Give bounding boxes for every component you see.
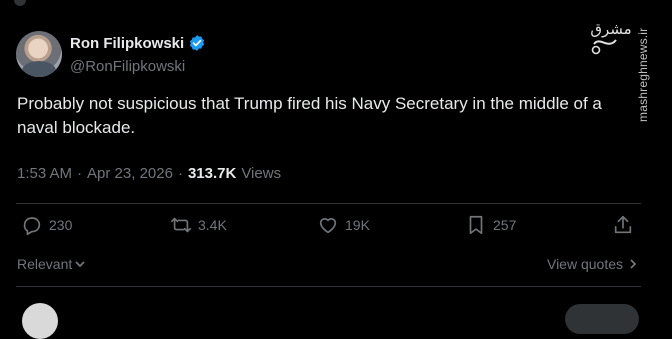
like-count: 19K — [345, 217, 370, 233]
share-button[interactable] — [612, 214, 634, 236]
author-name-row: Ron Filipkowski — [70, 34, 206, 52]
divider-bottom — [16, 286, 641, 287]
author-handle[interactable]: @RonFilipkowski — [70, 58, 185, 75]
tweet-metadata: 1:53 AM · Apr 23, 2026 · 313.7K Views — [17, 165, 281, 182]
view-quotes-label: View quotes — [546, 256, 623, 272]
reply-button[interactable]: 230 — [21, 214, 72, 236]
meta-separator: · — [77, 165, 83, 182]
tweet-time[interactable]: 1:53 AM — [17, 165, 72, 182]
views-count[interactable]: 313.7K — [188, 165, 236, 182]
divider-top — [16, 203, 641, 204]
mashregh-logo-icon: مشرق — [590, 20, 632, 55]
bookmark-icon — [469, 215, 483, 235]
tweet-actions-bar: 230 3.4K 19K 257 — [16, 214, 641, 248]
reply-sort-label: Relevant — [17, 256, 73, 272]
author-name[interactable]: Ron Filipkowski — [70, 35, 184, 52]
repost-icon — [171, 217, 191, 233]
reply-count: 230 — [49, 217, 73, 233]
reply-sort-dropdown[interactable]: Relevant — [17, 256, 86, 272]
bookmark-count: 257 — [493, 217, 517, 233]
repost-button[interactable]: 3.4K — [170, 214, 227, 236]
watermark-logo-text: مشرق — [590, 20, 631, 38]
chevron-down-icon — [75, 261, 85, 268]
reply-icon — [23, 217, 41, 236]
previous-tweet-thread-line — [14, 0, 26, 6]
heart-icon — [319, 218, 337, 234]
tweet-text: Probably not suspicious that Trump fired… — [17, 94, 602, 137]
verified-badge-icon — [190, 35, 205, 51]
like-button[interactable]: 19K — [317, 214, 370, 236]
bookmark-button[interactable]: 257 — [465, 214, 516, 236]
view-quotes-link[interactable]: View quotes — [547, 256, 639, 272]
watermark-site: mashreghnews.ir — [636, 27, 650, 122]
reply-composer-avatar[interactable] — [22, 303, 58, 339]
views-label: Views — [241, 165, 282, 182]
chevron-right-icon — [630, 259, 637, 269]
author-avatar[interactable] — [16, 31, 62, 77]
repost-count: 3.4K — [198, 217, 227, 233]
share-icon — [614, 215, 632, 234]
tweet-date[interactable]: Apr 23, 2026 — [87, 165, 173, 182]
meta-separator: · — [177, 165, 183, 182]
